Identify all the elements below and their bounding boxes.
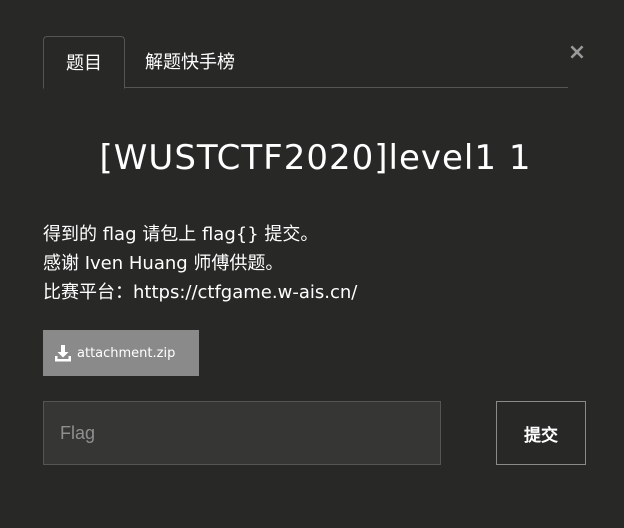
tab-bar: 题目 解题快手榜	[43, 36, 568, 89]
download-icon	[55, 345, 71, 362]
challenge-description: 得到的 flag 请包上 flag{} 提交。 感谢 Iven Huang 师傅…	[43, 220, 588, 307]
close-button[interactable]: ×	[566, 40, 588, 66]
close-icon: ×	[567, 40, 587, 65]
description-line: 得到的 flag 请包上 flag{} 提交。	[43, 224, 319, 245]
flag-input[interactable]	[43, 401, 441, 465]
description-line: 比赛平台：https://ctfgame.w-ais.cn/	[43, 282, 358, 303]
tab-solves-leaderboard[interactable]: 解题快手榜	[145, 36, 285, 88]
tab-solves-leaderboard-label: 解题快手榜	[145, 52, 235, 73]
challenge-title: [WUSTCTF2020]level1 1	[99, 137, 532, 178]
attachment-download-button[interactable]: attachment.zip	[43, 330, 199, 376]
tab-challenge[interactable]: 题目	[43, 36, 125, 89]
submit-button[interactable]: 提交	[496, 401, 586, 465]
description-line: 感谢 Iven Huang 师傅供题。	[43, 253, 284, 274]
challenge-modal: × 题目 解题快手榜 [WUSTCTF2020]level1 1 得到的 fla…	[0, 0, 624, 528]
attachment-filename: attachment.zip	[77, 345, 176, 361]
tab-challenge-label: 题目	[66, 53, 102, 74]
